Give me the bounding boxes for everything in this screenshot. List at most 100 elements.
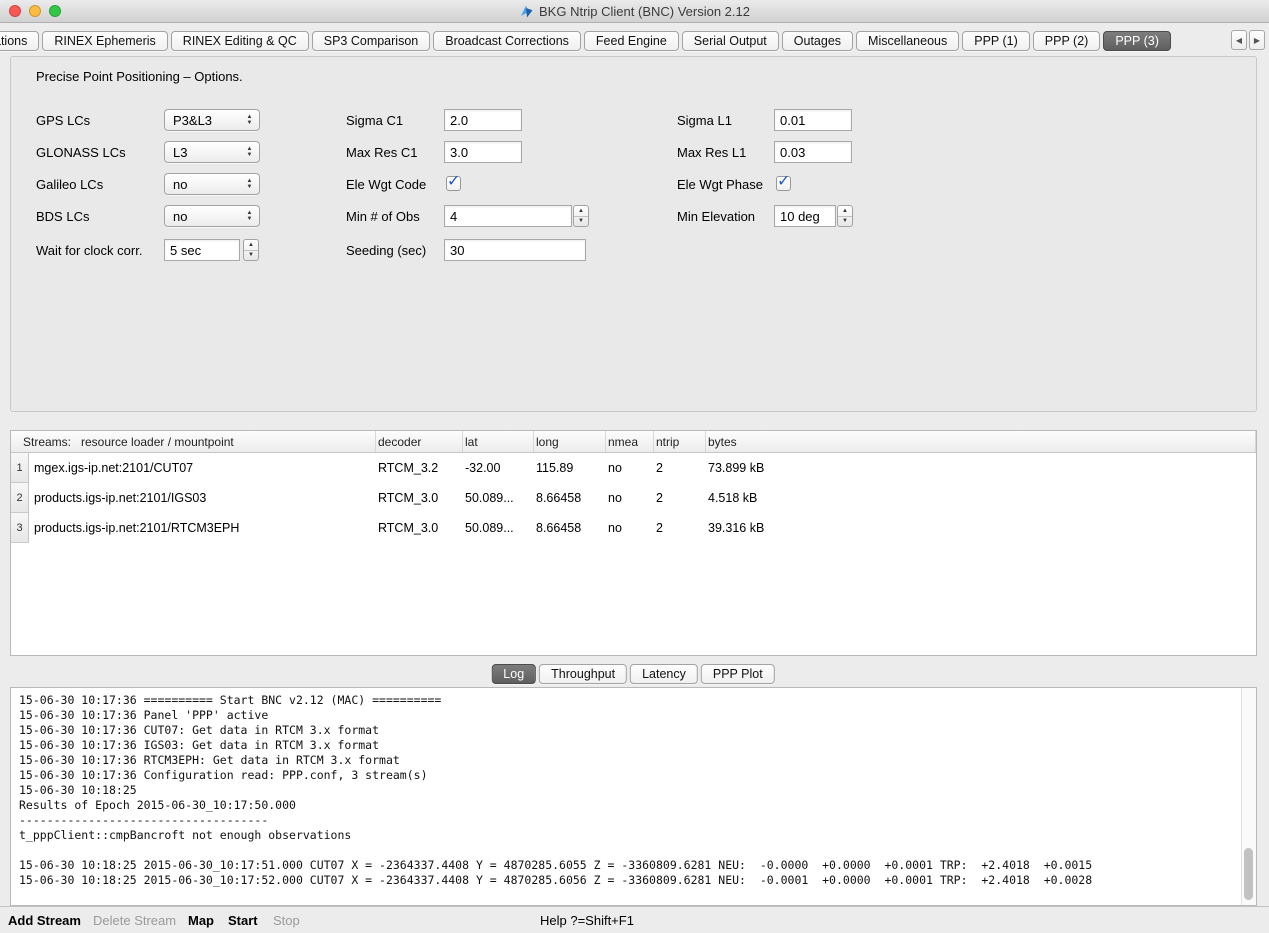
galileo-lcs-label: Galileo LCs [36, 177, 103, 192]
cell-lat: 50.089... [463, 521, 534, 535]
ele-wgt-code-checkbox[interactable]: ✓ [446, 176, 461, 191]
sigma-l1-input[interactable] [774, 109, 852, 131]
bds-lcs-select[interactable]: no ▲ ▼ [164, 205, 260, 227]
header-streams-resource[interactable]: Streams: resource loader / mountpoint [11, 431, 376, 452]
window-title: BKG Ntrip Client (BNC) Version 2.12 [539, 4, 750, 19]
log-output: 15-06-30 10:17:36 ========== Start BNC v… [11, 688, 1256, 888]
bds-lcs-label: BDS LCs [36, 209, 89, 224]
checkmark-icon: ✓ [447, 171, 460, 191]
tab-serial-output[interactable]: Serial Output [682, 31, 779, 51]
tab-ppp-3[interactable]: PPP (3) [1103, 31, 1171, 51]
cell-resource: mgex.igs-ip.net:2101/CUT07 [29, 461, 376, 475]
cell-long: 115.89 [534, 461, 606, 475]
cell-resource: products.igs-ip.net:2101/RTCM3EPH [29, 521, 376, 535]
tab-ppp-2[interactable]: PPP (2) [1033, 31, 1101, 51]
window-title-container: BKG Ntrip Client (BNC) Version 2.12 [0, 0, 1269, 22]
map-button[interactable]: Map [188, 913, 214, 928]
table-row[interactable]: 2 products.igs-ip.net:2101/IGS03 RTCM_3.… [11, 483, 1256, 513]
gps-lcs-select[interactable]: P3&L3 ▲ ▼ [164, 109, 260, 131]
cell-nmea: no [606, 521, 654, 535]
stepper-down-icon[interactable]: ▼ [244, 251, 258, 261]
cell-long: 8.66458 [534, 521, 606, 535]
tab-broadcast-corrections[interactable]: Broadcast Corrections [433, 31, 581, 51]
tab-miscellaneous[interactable]: Miscellaneous [856, 31, 959, 51]
min-elevation-stepper[interactable]: ▲ ▼ [837, 205, 853, 227]
ele-wgt-phase-label: Ele Wgt Phase [677, 177, 763, 192]
ele-wgt-phase-checkbox[interactable]: ✓ [776, 176, 791, 191]
header-ntrip[interactable]: ntrip [654, 431, 706, 452]
seeding-input[interactable] [444, 239, 586, 261]
min-elevation-input[interactable] [774, 205, 836, 227]
streams-table: Streams: resource loader / mountpoint de… [10, 430, 1257, 656]
max-res-l1-input[interactable] [774, 141, 852, 163]
cell-decoder: RTCM_3.0 [376, 491, 463, 505]
stepper-down-icon[interactable]: ▼ [574, 217, 588, 227]
tab-sp3-comparison[interactable]: SP3 Comparison [312, 31, 431, 51]
cell-bytes: 73.899 kB [706, 461, 1256, 475]
galileo-lcs-select[interactable]: no ▲ ▼ [164, 173, 260, 195]
table-row[interactable]: 3 products.igs-ip.net:2101/RTCM3EPH RTCM… [11, 513, 1256, 543]
stepper-up-icon[interactable]: ▲ [838, 206, 852, 217]
tab-feed-engine[interactable]: Feed Engine [584, 31, 679, 51]
title-bar: BKG Ntrip Client (BNC) Version 2.12 [0, 0, 1269, 23]
header-nmea[interactable]: nmea [606, 431, 654, 452]
bds-lcs-value: no [173, 209, 187, 224]
glonass-lcs-value: L3 [173, 145, 187, 160]
tab-outages[interactable]: Outages [782, 31, 853, 51]
min-obs-label: Min # of Obs [346, 209, 420, 224]
row-number: 2 [11, 483, 29, 513]
tab-ppp-plot[interactable]: PPP Plot [701, 664, 775, 684]
log-scrollbar[interactable] [1241, 688, 1256, 905]
ppp-options-pane: Precise Point Positioning – Options. GPS… [10, 56, 1257, 412]
stepper-down-icon[interactable]: ▼ [838, 217, 852, 227]
wait-clock-stepper[interactable]: ▲ ▼ [243, 239, 259, 261]
delete-stream-button: Delete Stream [93, 913, 176, 928]
stepper-up-icon[interactable]: ▲ [574, 206, 588, 217]
tab-rinex-ephemeris[interactable]: RINEX Ephemeris [42, 31, 167, 51]
stepper-up-icon[interactable]: ▲ [244, 240, 258, 251]
wait-clock-input[interactable] [164, 239, 240, 261]
row-number: 3 [11, 513, 29, 543]
table-row[interactable]: 1 mgex.igs-ip.net:2101/CUT07 RTCM_3.2 -3… [11, 453, 1256, 483]
streams-header-row: Streams: resource loader / mountpoint de… [11, 431, 1256, 453]
main-tab-bar: ations RINEX Ephemeris RINEX Editing & Q… [0, 29, 1269, 52]
max-res-l1-label: Max Res L1 [677, 145, 746, 160]
cell-ntrip: 2 [654, 521, 706, 535]
header-decoder[interactable]: decoder [376, 431, 463, 452]
min-obs-stepper[interactable]: ▲ ▼ [573, 205, 589, 227]
header-lat[interactable]: lat [463, 431, 534, 452]
max-res-c1-label: Max Res C1 [346, 145, 418, 160]
tab-scroll-left-icon[interactable]: ◀ [1231, 30, 1247, 50]
log-scrollbar-thumb[interactable] [1244, 848, 1253, 900]
ele-wgt-code-label: Ele Wgt Code [346, 177, 426, 192]
cell-decoder: RTCM_3.0 [376, 521, 463, 535]
glonass-lcs-label: GLONASS LCs [36, 145, 126, 160]
start-button[interactable]: Start [228, 913, 258, 928]
chevron-down-icon: ▼ [247, 120, 253, 126]
tab-rinex-editing-qc[interactable]: RINEX Editing & QC [171, 31, 309, 51]
chevron-down-icon: ▼ [247, 184, 253, 190]
tab-ppp-1[interactable]: PPP (1) [962, 31, 1030, 51]
add-stream-button[interactable]: Add Stream [8, 913, 81, 928]
min-obs-input[interactable] [444, 205, 572, 227]
wait-clock-label: Wait for clock corr. [36, 243, 142, 258]
log-panel: 15-06-30 10:17:36 ========== Start BNC v… [10, 687, 1257, 906]
tab-scroll-right-icon[interactable]: ▶ [1249, 30, 1265, 50]
cell-ntrip: 2 [654, 461, 706, 475]
tab-latency[interactable]: Latency [630, 664, 698, 684]
tab-log[interactable]: Log [491, 664, 536, 684]
header-long[interactable]: long [534, 431, 606, 452]
bnc-window: { "window": { "title": "BKG Ntrip Client… [0, 0, 1269, 933]
sigma-c1-input[interactable] [444, 109, 522, 131]
row-number: 1 [11, 453, 29, 483]
min-elevation-label: Min Elevation [677, 209, 755, 224]
cell-resource: products.igs-ip.net:2101/IGS03 [29, 491, 376, 505]
tab-rinex-observations[interactable]: ations [0, 31, 39, 51]
chevron-up-down-icon: ▲ ▼ [243, 112, 256, 128]
header-bytes[interactable]: bytes [706, 431, 1256, 452]
max-res-c1-input[interactable] [444, 141, 522, 163]
tab-throughput[interactable]: Throughput [539, 664, 627, 684]
checkmark-icon: ✓ [777, 171, 790, 191]
glonass-lcs-select[interactable]: L3 ▲ ▼ [164, 141, 260, 163]
seeding-label: Seeding (sec) [346, 243, 426, 258]
